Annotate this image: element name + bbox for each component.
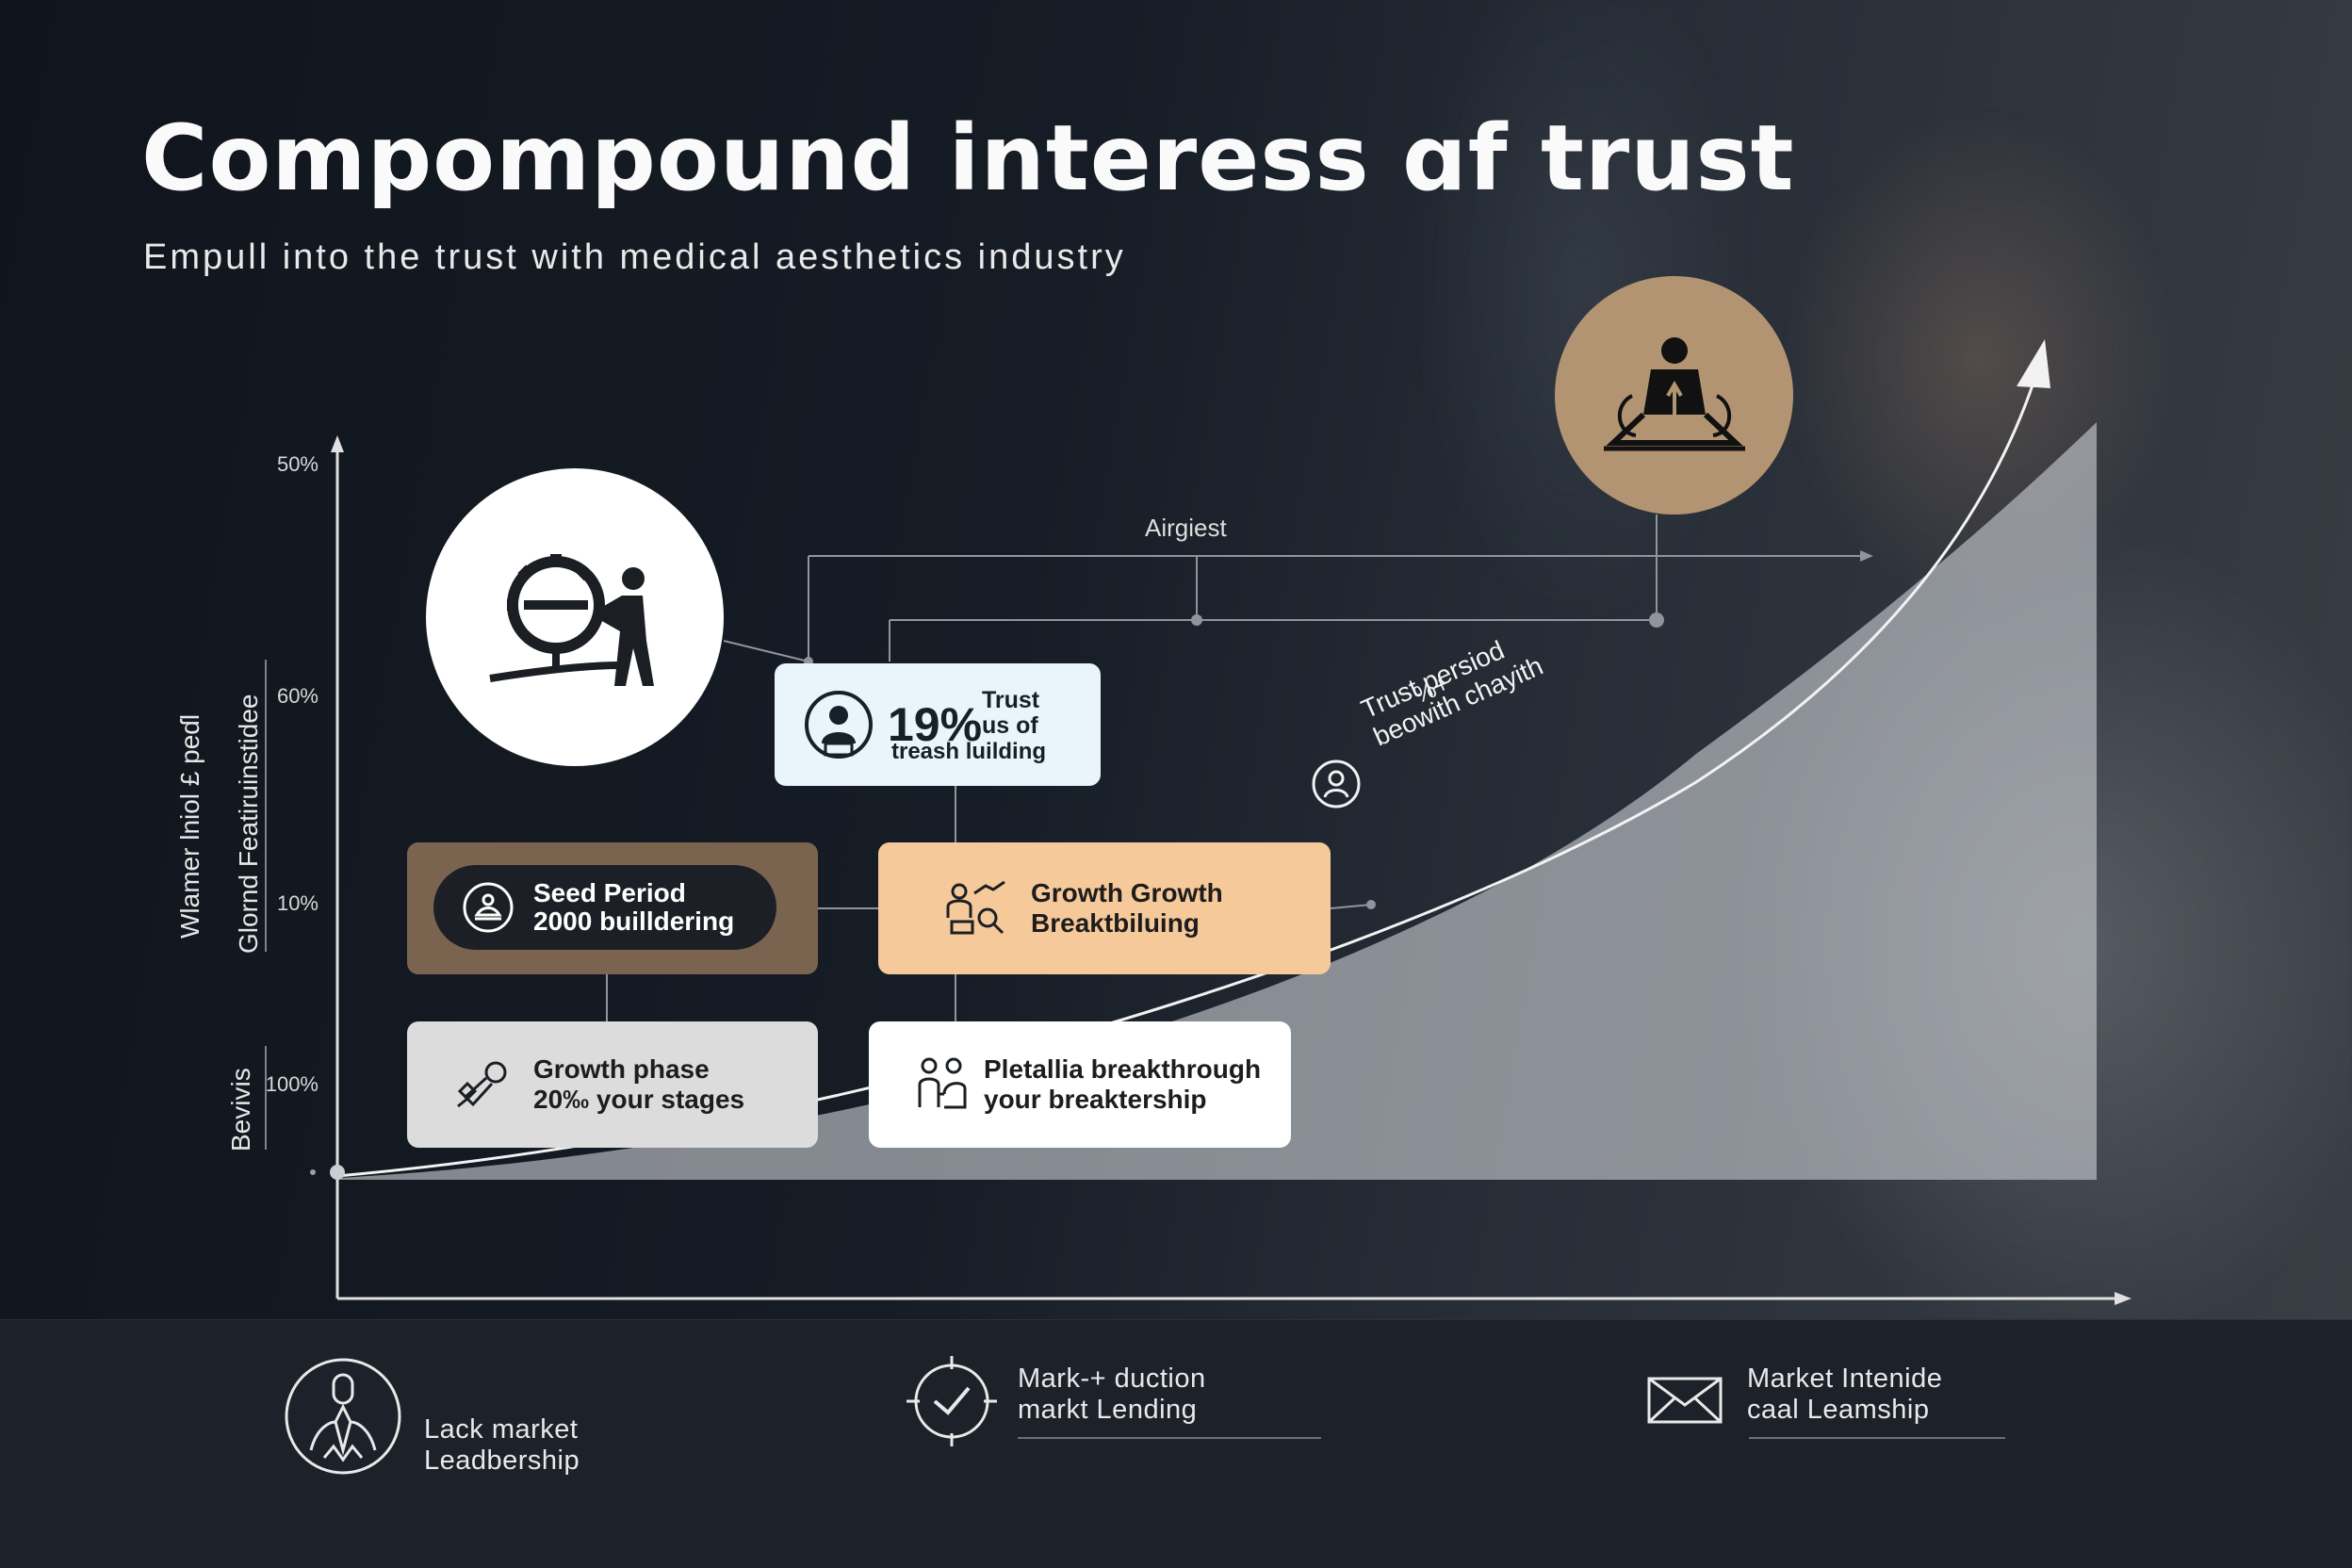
gear-person-icon xyxy=(489,554,654,686)
connector-arrow xyxy=(1860,550,1873,562)
growth-phase-card: Growth phase 20‰ your stages xyxy=(407,1021,818,1148)
footer-item-text: Lack market Leadbership xyxy=(424,1414,580,1476)
seed-period-card: Seed Period 2000 builldering xyxy=(407,842,818,974)
people-group-icon xyxy=(918,1057,967,1109)
team-analysis-icon xyxy=(946,880,1005,935)
seed-period-pill: Seed Period 2000 builldering xyxy=(433,865,776,950)
target-check-icon xyxy=(906,1356,997,1446)
top-note: Airgiest xyxy=(1145,514,1227,542)
trust-peak-circle xyxy=(1555,276,1793,514)
leader-icon xyxy=(285,1358,401,1475)
trust-card-sublabel: treash luilding xyxy=(891,739,1047,764)
origin-dot xyxy=(330,1165,345,1180)
seed-period-text: Seed Period 2000 builldering xyxy=(533,878,735,936)
person-badge-icon xyxy=(805,691,873,759)
x-axis-arrow xyxy=(2115,1292,2132,1305)
y-axis-label: Glornd Featiruinstidee xyxy=(234,694,263,954)
trust-card-label: Trust us of xyxy=(982,687,1040,739)
meditation-person-icon xyxy=(1603,336,1745,450)
y-tick-label: 50% xyxy=(276,452,318,476)
footer-item-market-duction: Mark-+ duction markt Lending xyxy=(906,1356,1206,1446)
footer-bar: Lack market Leadbership Mark-+ duction m… xyxy=(0,1319,2352,1568)
pletallia-text: Pletallia breakthrough your breaktership xyxy=(984,1054,1262,1114)
y-axis-arrow xyxy=(331,435,344,452)
origin-dot-small xyxy=(310,1169,316,1175)
growth-breakthrough-card: Growth Growth Breaktbiluing xyxy=(878,842,1331,974)
y-axis-label: Wlamer lniol £ peɗƖ xyxy=(175,713,204,939)
person-target-icon xyxy=(1312,760,1361,808)
footer-item-market-intenide: Market Intenide caal Leamship xyxy=(1647,1364,1942,1426)
growth-breakthrough-text: Growth Growth Breaktbiluing xyxy=(1031,878,1223,938)
rocket-icon xyxy=(457,1061,507,1108)
growth-arrow-head xyxy=(2017,339,2050,388)
y-axis-label: Bevivis xyxy=(226,1068,255,1152)
footer-divider xyxy=(1018,1437,1321,1439)
seedling-icon xyxy=(463,882,514,933)
pletallia-card: Pletallia breakthrough your breaktership xyxy=(869,1021,1291,1148)
seed-stage-circle xyxy=(426,468,724,766)
footer-divider xyxy=(1749,1437,2005,1439)
growth-phase-text: Growth phase 20‰ your stages xyxy=(533,1054,745,1114)
footer-item-text: Mark-+ duction markt Lending xyxy=(1018,1364,1206,1425)
footer-item-text: Market Intenide caal Leamship xyxy=(1747,1364,1943,1425)
trust-percent-card: 19% Trust us of treash luilding xyxy=(775,663,1101,786)
envelope-icon xyxy=(1647,1377,1723,1424)
footer-item-leadership: Lack market Leadbership xyxy=(283,1356,580,1478)
